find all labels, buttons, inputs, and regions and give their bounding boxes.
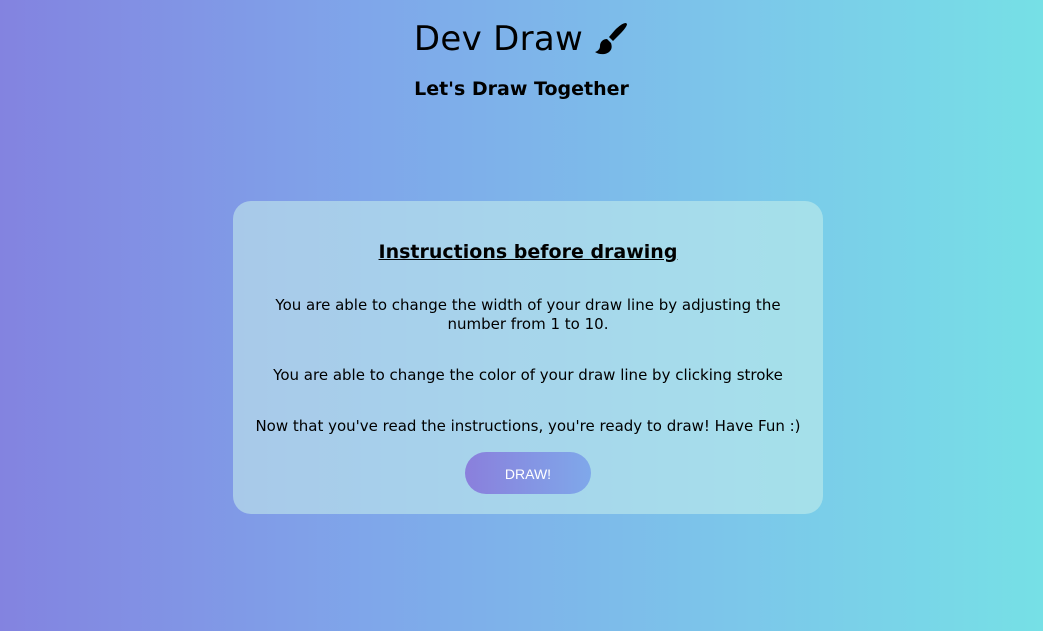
page-subtitle: Let's Draw Together: [414, 78, 629, 100]
page-header: Dev Draw Let's Draw Together: [0, 18, 1043, 100]
paintbrush-icon: [593, 21, 629, 57]
draw-button[interactable]: DRAW!: [465, 452, 591, 494]
instruction-ready: Now that you've read the instructions, y…: [255, 417, 801, 435]
page-title: Dev Draw: [413, 19, 584, 59]
title-row: Dev Draw: [0, 18, 1043, 60]
instructions-card: Instructions before drawing You are able…: [233, 201, 823, 514]
instruction-width: You are able to change the width of your…: [275, 296, 781, 333]
instruction-color: You are able to change the color of your…: [273, 366, 783, 384]
instructions-heading: Instructions before drawing: [378, 241, 678, 263]
